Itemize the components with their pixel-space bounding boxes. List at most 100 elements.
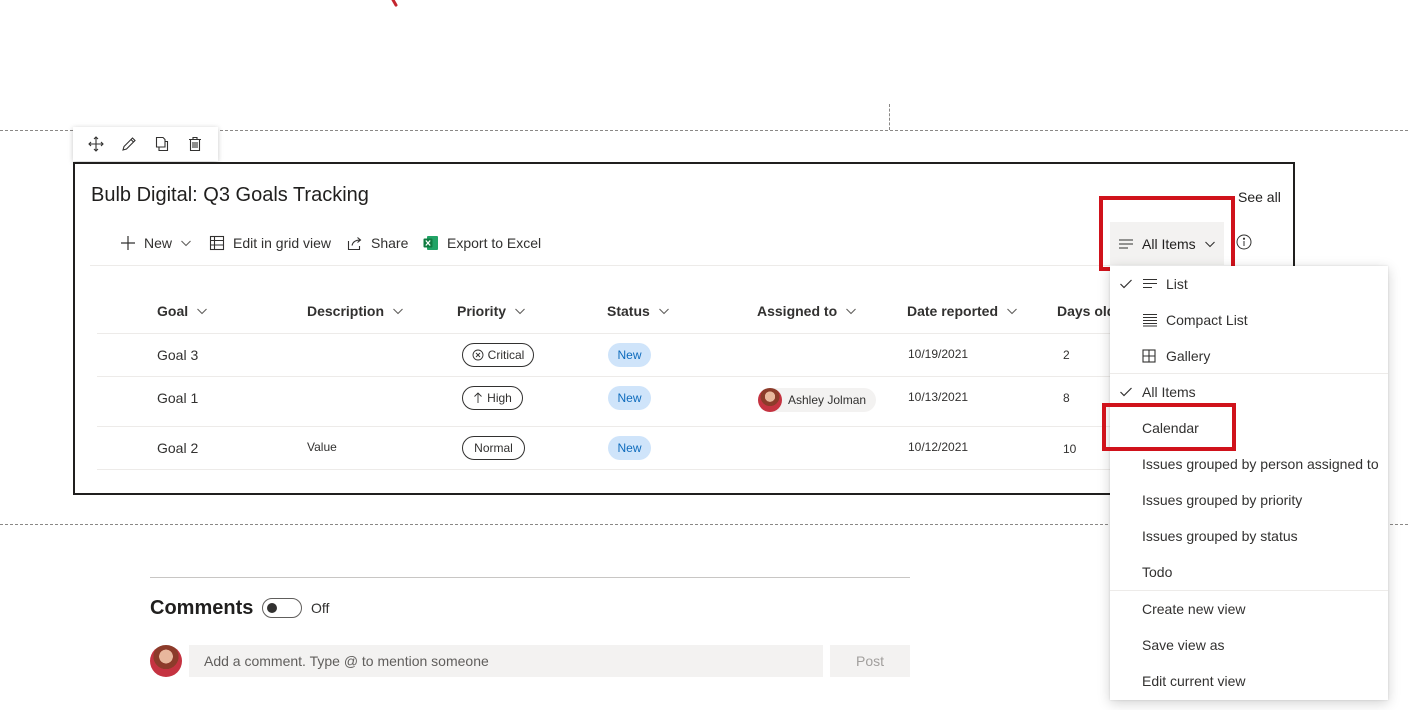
cell-goal[interactable]: Goal 2 [157, 440, 198, 456]
share-icon [347, 237, 362, 251]
chevron-down-icon [658, 308, 669, 315]
menu-item-issues-by-person[interactable]: Issues grouped by person assigned to [1110, 446, 1388, 482]
priority-label: High [487, 391, 512, 405]
menu-item-label: Todo [1142, 564, 1173, 580]
move-icon[interactable] [83, 131, 109, 157]
column-header-status[interactable]: Status [607, 301, 670, 321]
duplicate-icon[interactable] [149, 131, 175, 157]
menu-item-label: Issues grouped by priority [1142, 492, 1303, 508]
chevron-down-icon [197, 308, 208, 315]
column-header-description[interactable]: Description [307, 301, 404, 321]
comment-input[interactable] [189, 645, 823, 677]
column-header-label: Date reported [907, 303, 999, 319]
menu-item-issues-by-status[interactable]: Issues grouped by status [1110, 518, 1388, 554]
new-button[interactable]: New [120, 231, 192, 255]
status-pill: New [608, 343, 651, 367]
share-button[interactable]: Share [347, 231, 408, 255]
status-pill: New [608, 386, 651, 410]
row-divider [97, 333, 1110, 334]
grid-icon [209, 235, 225, 251]
export-excel-button[interactable]: Export to Excel [423, 231, 541, 255]
see-all-link[interactable]: See all [1238, 189, 1281, 205]
menu-item-label: List [1166, 276, 1188, 292]
cell-description: Value [307, 440, 337, 454]
column-header-priority[interactable]: Priority [457, 301, 526, 321]
row-divider [97, 426, 1110, 427]
cell-date-reported: 10/12/2021 [908, 440, 969, 454]
column-header-label: Goal [157, 303, 189, 319]
menu-item-label: Issues grouped by status [1142, 528, 1298, 544]
menu-item-label: Create new view [1142, 601, 1246, 617]
menu-item-label: Compact List [1166, 312, 1248, 328]
post-button[interactable]: Post [830, 645, 910, 677]
column-header-date-reported[interactable]: Date reported [907, 301, 1018, 321]
menu-item-create-view[interactable]: Create new view [1110, 591, 1388, 627]
arrow-up-icon [474, 392, 482, 403]
chevron-down-icon [515, 308, 525, 315]
menu-item-label: Issues grouped by person assigned to [1142, 456, 1379, 472]
command-bar-divider [90, 265, 1110, 266]
list-icon [1143, 278, 1157, 289]
column-divider [889, 104, 890, 130]
checkmark-icon [1120, 279, 1132, 289]
webpart-title: Bulb Digital: Q3 Goals Tracking [91, 184, 369, 206]
edit-grid-view-button[interactable]: Edit in grid view [209, 231, 331, 255]
priority-label: Critical [487, 348, 525, 362]
cell-date-reported: 10/19/2021 [908, 347, 969, 361]
menu-item-compact-list[interactable]: Compact List [1110, 302, 1388, 338]
export-label: Export to Excel [447, 235, 542, 251]
menu-item-save-view-as[interactable]: Save view as [1110, 627, 1388, 663]
menu-item-label: Save view as [1142, 637, 1225, 653]
comments-toggle-label: Off [311, 600, 330, 616]
menu-item-todo[interactable]: Todo [1110, 554, 1388, 590]
edit-grid-label: Edit in grid view [233, 235, 332, 251]
plus-icon [121, 236, 135, 250]
cell-days-old: 2 [1063, 348, 1070, 362]
delete-icon[interactable] [182, 131, 208, 157]
edit-icon[interactable] [116, 131, 142, 157]
compact-list-icon [1143, 313, 1157, 327]
excel-icon [423, 236, 438, 250]
toggle-knob [267, 603, 277, 613]
cell-days-old: 10 [1063, 442, 1077, 456]
highlight-box-view-button [1099, 196, 1235, 271]
comments-toggle[interactable] [262, 598, 302, 618]
menu-item-list[interactable]: List [1110, 266, 1388, 302]
cancel-circle-icon [472, 349, 484, 361]
menu-item-label: Edit current view [1142, 673, 1246, 689]
info-icon[interactable] [1236, 234, 1252, 255]
cell-goal[interactable]: Goal 1 [157, 390, 198, 406]
column-header-goal[interactable]: Goal [157, 301, 208, 321]
highlight-box-calendar [1102, 403, 1236, 451]
menu-item-edit-view[interactable]: Edit current view [1110, 663, 1388, 699]
menu-item-label: All Items [1142, 384, 1196, 400]
gallery-icon [1142, 349, 1156, 363]
new-label: New [144, 235, 173, 251]
priority-pill: Normal [462, 436, 525, 460]
priority-pill: Critical [462, 343, 534, 367]
column-header-label: Priority [457, 303, 507, 319]
column-header-label: Assigned to [757, 303, 838, 319]
chevron-down-icon [846, 308, 857, 315]
menu-item-gallery[interactable]: Gallery [1110, 338, 1388, 374]
comments-title: Comments [150, 597, 254, 619]
decorative-mark [390, 0, 399, 8]
webpart-toolbar [73, 127, 218, 161]
avatar [150, 645, 182, 677]
row-divider [97, 376, 1110, 377]
column-header-days-old[interactable]: Days old [1057, 301, 1110, 321]
column-header-label: Description [307, 303, 385, 319]
comments-divider [150, 577, 910, 578]
view-dropdown-menu: List Compact List Gallery All Items Cale… [1110, 266, 1388, 700]
status-pill: New [608, 436, 651, 460]
person-pill[interactable]: Ashley Jolman [758, 388, 877, 412]
menu-item-issues-by-priority[interactable]: Issues grouped by priority [1110, 482, 1388, 518]
chevron-down-icon [393, 308, 403, 315]
checkmark-icon [1120, 387, 1132, 397]
column-header-assigned-to[interactable]: Assigned to [757, 301, 857, 321]
avatar [758, 388, 782, 412]
cell-goal[interactable]: Goal 3 [157, 347, 198, 363]
priority-pill: High [462, 386, 523, 410]
menu-item-label: Gallery [1166, 348, 1211, 364]
column-header-label: Days old [1057, 303, 1110, 319]
